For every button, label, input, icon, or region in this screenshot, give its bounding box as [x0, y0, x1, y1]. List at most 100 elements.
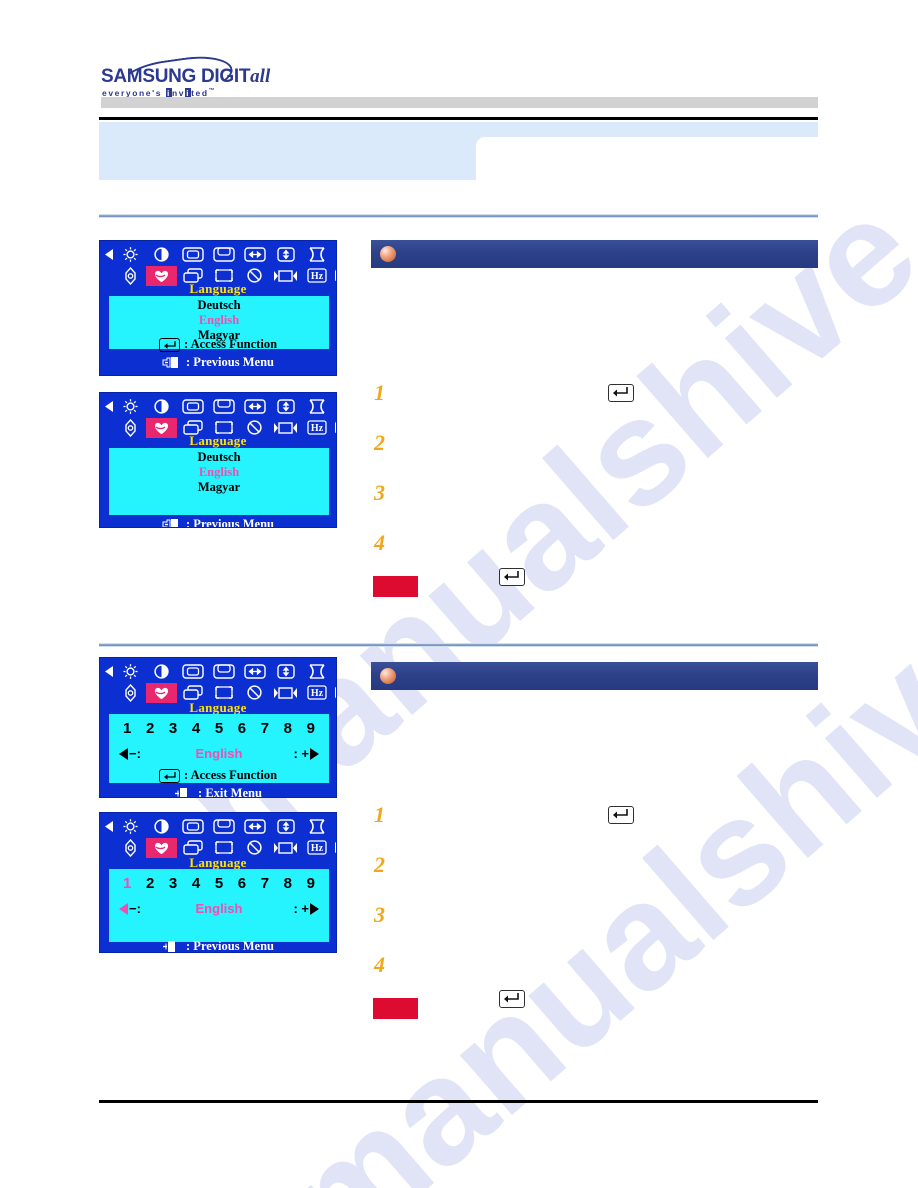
- arrow-left-icon[interactable]: [103, 245, 115, 265]
- language-list: Deutsch English Magyar: [109, 296, 329, 343]
- number-option[interactable]: 2: [146, 875, 154, 892]
- osd-icon-row-1: [100, 396, 336, 417]
- osd-bottom-hint-label: : Previous Menu: [186, 939, 274, 953]
- brightness-icon[interactable]: [115, 245, 146, 265]
- language-option-selected[interactable]: English: [109, 313, 329, 328]
- osd-access-hint-label: : Access Function: [183, 768, 278, 782]
- v-position-icon[interactable]: [208, 817, 239, 837]
- step-item: 1: [371, 802, 818, 852]
- h-size-icon[interactable]: [239, 817, 270, 837]
- step-number: 1: [374, 802, 385, 827]
- brightness-icon[interactable]: [115, 662, 146, 682]
- language-option-selected[interactable]: English: [109, 465, 329, 480]
- h-position-icon[interactable]: [177, 817, 208, 837]
- number-option[interactable]: 7: [261, 720, 269, 737]
- osd-bottom-hint: : Previous Menu: [100, 939, 336, 953]
- contrast-icon[interactable]: [146, 817, 177, 837]
- language-list: Deutsch English Magyar: [109, 448, 329, 495]
- osd-number-panel: 1 2 3 4 5 6 7 8 9 −: English : +: [109, 869, 329, 942]
- number-option[interactable]: 8: [284, 875, 292, 892]
- number-option[interactable]: 9: [307, 720, 315, 737]
- v-size-icon[interactable]: [270, 397, 301, 417]
- sphere-bullet-icon: [380, 668, 396, 684]
- number-option[interactable]: 4: [192, 720, 200, 737]
- increase-control[interactable]: : +: [293, 746, 319, 761]
- h-position-icon[interactable]: [177, 245, 208, 265]
- sphere-bullet-icon: [380, 246, 396, 262]
- pincushion-icon[interactable]: [301, 662, 332, 682]
- contrast-icon[interactable]: [146, 397, 177, 417]
- language-option[interactable]: Magyar: [109, 480, 329, 495]
- step-number: 1: [374, 380, 385, 405]
- number-option[interactable]: 3: [169, 720, 177, 737]
- svg-text:Hz: Hz: [310, 843, 323, 854]
- previous-menu-icon: [162, 518, 182, 527]
- pincushion-icon[interactable]: [301, 245, 332, 265]
- v-position-icon[interactable]: [208, 397, 239, 417]
- osd-bottom-hint-label: : Exit Menu: [198, 786, 262, 798]
- contrast-icon[interactable]: [146, 662, 177, 682]
- increase-control[interactable]: : +: [293, 901, 319, 916]
- contrast-icon[interactable]: [146, 245, 177, 265]
- v-size-icon[interactable]: [270, 662, 301, 682]
- step-number: 3: [374, 480, 385, 505]
- section-header-2: [371, 662, 818, 690]
- h-size-icon[interactable]: [239, 397, 270, 417]
- number-option[interactable]: 1: [123, 720, 131, 737]
- number-option[interactable]: 8: [284, 720, 292, 737]
- number-option[interactable]: 2: [146, 720, 154, 737]
- osd-access-hint: : Access Function: [100, 337, 336, 352]
- number-option[interactable]: 5: [215, 875, 223, 892]
- number-option[interactable]: 6: [238, 720, 246, 737]
- h-size-icon[interactable]: [239, 662, 270, 682]
- pincushion-icon[interactable]: [301, 397, 332, 417]
- header-gray-bar: [101, 97, 818, 108]
- triangle-right-icon: [310, 747, 319, 760]
- step-item: 4: [371, 952, 818, 1002]
- osd-icon-rows: Hz: [100, 244, 336, 286]
- osd-title: Language: [189, 281, 247, 296]
- header-black-rule: [99, 117, 818, 120]
- osd-icon-rows: Hz: [100, 661, 336, 703]
- increase-label: : +: [293, 901, 309, 916]
- logo-wordmark-text: SAMSUNG DIGIT: [101, 66, 251, 87]
- enter-key-icon: [608, 384, 634, 402]
- step-number: 4: [374, 530, 385, 555]
- brightness-icon[interactable]: [115, 817, 146, 837]
- brightness-icon[interactable]: [115, 397, 146, 417]
- number-option[interactable]: 7: [261, 875, 269, 892]
- v-size-icon[interactable]: [270, 245, 301, 265]
- osd-icon-rows: Hz: [100, 396, 336, 438]
- v-position-icon[interactable]: [208, 245, 239, 265]
- osd-screenshot-numbers-selected: Hz Language 1 2 3 4 5 6 7 8 9 −: English…: [99, 812, 337, 953]
- v-position-icon[interactable]: [208, 662, 239, 682]
- osd-screenshot-numbers-access: Hz Language 1 2 3 4 5 6 7 8 9 −: English…: [99, 657, 337, 798]
- pincushion-icon[interactable]: [301, 817, 332, 837]
- osd-bottom-hint: : Previous Menu: [100, 355, 336, 370]
- number-option[interactable]: 9: [307, 875, 315, 892]
- osd-icon-row-1: [100, 816, 336, 837]
- v-size-icon[interactable]: [270, 817, 301, 837]
- osd-screenshot-language-access: Hz Language Deutsch English Magyar : Acc…: [99, 240, 337, 376]
- number-option-selected[interactable]: 1: [123, 875, 131, 892]
- number-row: 1 2 3 4 5 6 7 8 9: [109, 714, 329, 737]
- osd-bottom-hint: : Exit Menu: [100, 786, 336, 798]
- h-position-icon[interactable]: [177, 662, 208, 682]
- logo-wordmark-italic: all: [250, 66, 271, 87]
- value-row: −: English : +: [109, 901, 329, 919]
- logo-wordmark: SAMSUNG DIGITall: [101, 66, 270, 88]
- number-option[interactable]: 3: [169, 875, 177, 892]
- language-option[interactable]: Deutsch: [109, 450, 329, 465]
- arrow-left-icon[interactable]: [103, 817, 115, 837]
- number-option[interactable]: 6: [238, 875, 246, 892]
- h-size-icon[interactable]: [239, 245, 270, 265]
- h-position-icon[interactable]: [177, 397, 208, 417]
- divider-top: [99, 214, 818, 218]
- divider-middle: [99, 643, 818, 647]
- number-option[interactable]: 5: [215, 720, 223, 737]
- arrow-left-icon[interactable]: [103, 397, 115, 417]
- number-option[interactable]: 4: [192, 875, 200, 892]
- osd-bottom-hint: : Previous Menu: [100, 517, 336, 527]
- arrow-left-icon[interactable]: [103, 662, 115, 682]
- language-option[interactable]: Deutsch: [109, 298, 329, 313]
